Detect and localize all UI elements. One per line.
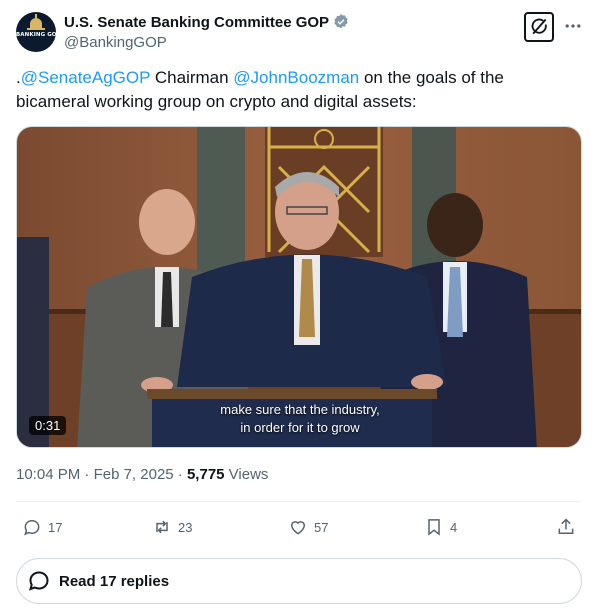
video-duration: 0:31 — [29, 416, 67, 435]
tweet-meta: 10:04 PM · Feb 7, 2025 · 5,775 Views — [16, 466, 268, 483]
display-name-row: U.S. Senate Banking Committee GOP — [64, 12, 350, 32]
tweet-header: BANKING GOP U.S. Senate Banking Committe… — [16, 12, 582, 56]
reply-icon — [24, 519, 40, 536]
grok-button[interactable] — [524, 12, 554, 42]
avatar-base — [27, 28, 45, 30]
meta-separator: · — [173, 466, 187, 483]
author-names: U.S. Senate Banking Committee GOP @Banki… — [64, 12, 350, 51]
reply-button[interactable]: 17 — [22, 512, 62, 542]
retweet-count: 23 — [178, 519, 193, 535]
mention-johnboozman[interactable]: @JohnBoozman — [233, 68, 359, 87]
like-count: 57 — [314, 519, 329, 535]
bookmark-icon — [428, 519, 440, 536]
avatar-text: BANKING GOP — [16, 32, 56, 38]
reply-count: 17 — [48, 519, 63, 535]
more-icon — [565, 24, 581, 28]
more-button[interactable] — [561, 14, 585, 38]
avatar[interactable]: BANKING GOP — [16, 12, 56, 52]
tweet-text-middle: Chairman — [150, 68, 234, 87]
tweet-date[interactable]: Feb 7, 2025 — [94, 466, 174, 483]
meta-separator: · — [80, 466, 94, 483]
tweet-text: .@SenateAgGOP Chairman @JohnBoozman on t… — [16, 66, 582, 114]
action-bar: 17 23 57 4 — [16, 512, 582, 544]
caption-line-1: make sure that the industry, — [220, 402, 380, 417]
read-replies-button[interactable]: Read 17 replies — [16, 558, 582, 604]
views-count: 5,775 — [186, 466, 225, 483]
like-button[interactable]: 57 — [288, 512, 328, 542]
divider — [16, 501, 582, 502]
share-button[interactable] — [556, 512, 576, 542]
author-display-name[interactable]: U.S. Senate Banking Committee GOP — [64, 14, 329, 31]
video-player[interactable]: make sure that the industry, in order fo… — [16, 126, 582, 448]
bookmark-count: 4 — [450, 519, 458, 535]
video-frame — [17, 127, 581, 447]
grok-icon — [531, 18, 547, 35]
read-replies-label: Read 17 replies — [59, 572, 170, 590]
mention-senateaggop[interactable]: @SenateAgGOP — [21, 68, 150, 87]
share-icon — [558, 518, 574, 534]
like-icon — [290, 521, 306, 535]
verified-badge-icon — [334, 14, 348, 29]
author-handle[interactable]: @BankingGOP — [64, 34, 350, 51]
capitol-dome-icon — [30, 18, 42, 28]
tweet-time[interactable]: 10:04 PM — [16, 466, 80, 483]
caption-line-2: in order for it to grow — [240, 420, 360, 435]
comment-bubble-icon — [29, 571, 49, 591]
retweet-icon — [156, 520, 168, 534]
video-caption: make sure that the industry, in order fo… — [17, 401, 581, 437]
bookmark-button[interactable]: 4 — [424, 512, 457, 542]
retweet-button[interactable]: 23 — [152, 512, 192, 542]
views-label: Views — [224, 466, 269, 483]
